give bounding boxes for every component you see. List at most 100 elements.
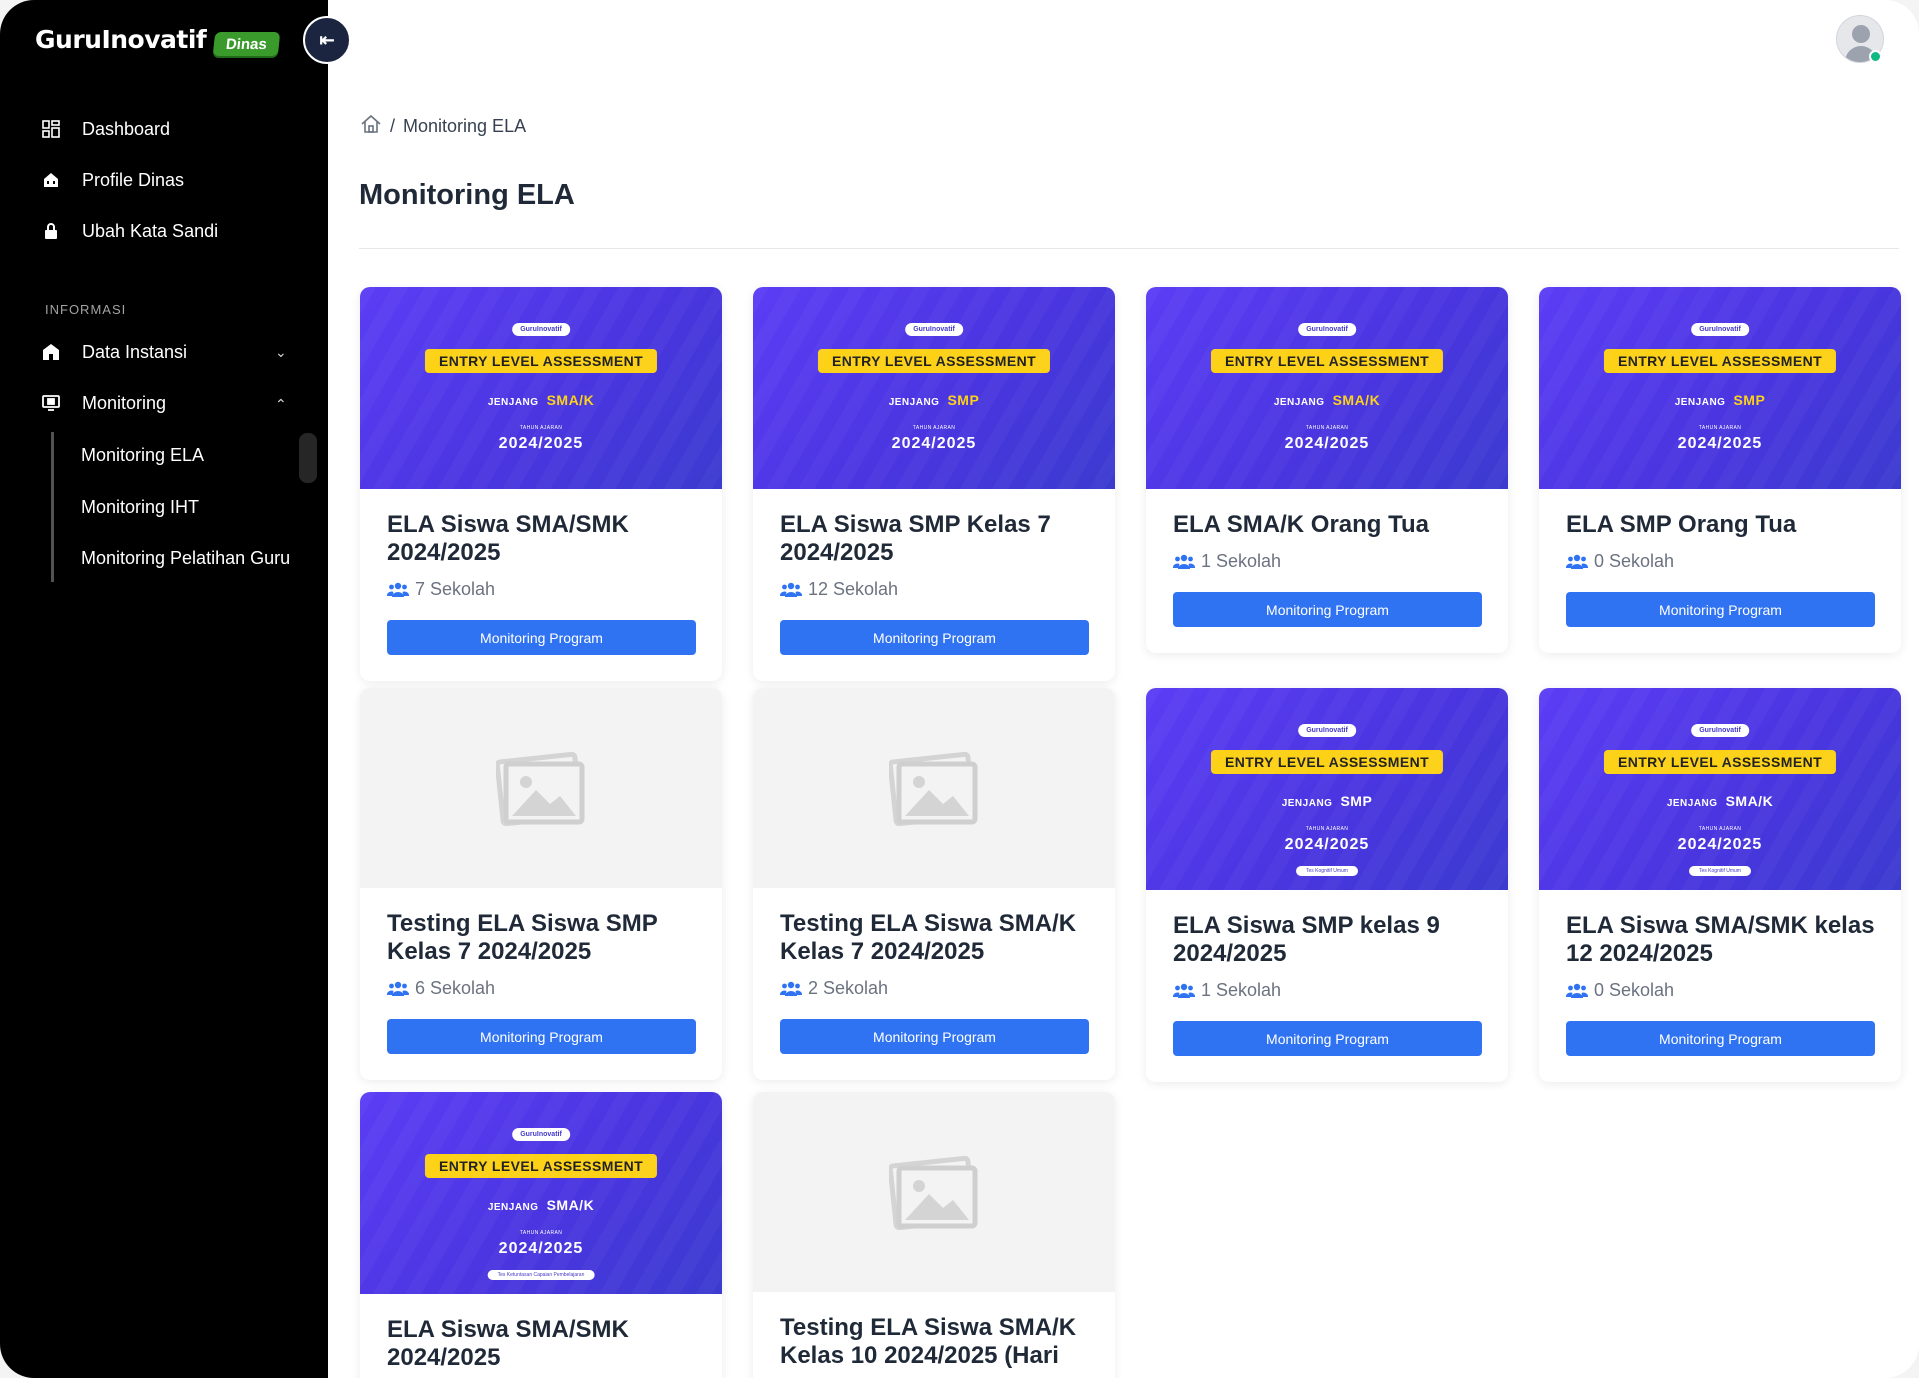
sidebar-item-label: Data Instansi xyxy=(82,341,188,362)
card-title[interactable]: ELA Siswa SMP Kelas 7 2024/2025 xyxy=(780,511,1089,567)
banner-tahun-label: TAHUN AJARAN xyxy=(519,1230,563,1236)
program-card: GuruInovatif ENTRY LEVEL ASSESSMENT JENJAN… xyxy=(1146,287,1508,653)
divider xyxy=(359,248,1899,249)
school-count-text: 0 Sekolah xyxy=(1594,980,1675,1000)
sidebar-collapse-button[interactable]: ⇤ xyxy=(303,16,351,64)
card-body: Testing ELA Siswa SMA/K Kelas 10 2024/20… xyxy=(753,1292,1115,1378)
banner-tahun-label: TAHUN AJARAN xyxy=(1698,826,1742,832)
sidebar-item-monitoring-pelatihan-guru[interactable]: Monitoring Pelatihan Guru xyxy=(81,548,290,569)
monitoring-program-button[interactable]: Monitoring Program xyxy=(1566,592,1875,627)
banner-logo: GuruInovatif xyxy=(512,323,570,336)
banner-level: SMP xyxy=(1340,793,1373,809)
monitoring-program-button[interactable]: Monitoring Program xyxy=(387,1019,696,1054)
sidebar-item-ubah-kata-sandi[interactable]: Ubah Kata Sandi xyxy=(40,220,218,242)
grid-icon xyxy=(40,118,62,140)
card-title[interactable]: ELA Siswa SMP kelas 9 2024/2025 xyxy=(1173,912,1482,968)
card-title[interactable]: ELA SMP Orang Tua xyxy=(1566,511,1875,539)
banner-tahun-label: TAHUN AJARAN xyxy=(1698,425,1742,431)
monitoring-program-button[interactable]: Monitoring Program xyxy=(1566,1021,1875,1056)
program-card: GuruInovatif ENTRY LEVEL ASSESSMENT JENJAN… xyxy=(360,1092,722,1378)
monitoring-program-button[interactable]: Monitoring Program xyxy=(1173,592,1482,627)
sidebar-item-profile-dinas[interactable]: Profile Dinas xyxy=(40,169,184,191)
program-card: GuruInovatif ENTRY LEVEL ASSESSMENT JENJAN… xyxy=(1539,287,1901,653)
school-count-text: 6 Sekolah xyxy=(415,978,496,998)
banner-level: SMP xyxy=(947,392,980,408)
card-body: ELA SMP Orang Tua 0 Sekolah Monitoring Pro… xyxy=(1539,489,1901,653)
banner-jenjang: JENJANG SMP xyxy=(1674,392,1766,408)
school-count-text: 7 Sekolah xyxy=(415,579,496,599)
app-window: GuruInovatif Dinas Dashboard Profile Din… xyxy=(0,0,1919,1378)
page-title: Monitoring ELA xyxy=(359,179,575,211)
school-count: 12 Sekolah xyxy=(780,579,1089,600)
image-placeholder-icon xyxy=(889,1155,978,1230)
card-title[interactable]: Testing ELA Siswa SMA/K Kelas 10 2024/20… xyxy=(780,1314,1089,1370)
card-body: ELA Siswa SMP Kelas 7 2024/2025 12 Sekola… xyxy=(753,489,1115,681)
card-body: ELA SMA/K Orang Tua 1 Sekolah Monitoring P… xyxy=(1146,489,1508,653)
school-count-text: 0 Sekolah xyxy=(1594,551,1675,571)
banner-jenjang: JENJANG SMA/K xyxy=(1273,392,1381,408)
program-card: Testing ELA Siswa SMA/K Kelas 10 2024/20… xyxy=(753,1092,1115,1378)
main-content: / Monitoring ELA Monitoring ELA GuruInov… xyxy=(328,78,1919,1378)
banner-logo: GuruInovatif xyxy=(1691,724,1749,737)
school-count-text: 1 Sekolah xyxy=(1201,551,1282,571)
sidebar-item-dashboard[interactable]: Dashboard xyxy=(40,118,170,140)
program-banner-image: GuruInovatif ENTRY LEVEL ASSESSMENT JENJAN… xyxy=(1539,688,1901,890)
program-card: GuruInovatif ENTRY LEVEL ASSESSMENT JENJAN… xyxy=(1539,688,1901,1082)
card-body: ELA Siswa SMA/SMK 2024/2025 xyxy=(360,1294,722,1378)
monitoring-program-button[interactable]: Monitoring Program xyxy=(387,620,696,655)
card-title[interactable]: ELA Siswa SMA/SMK 2024/2025 xyxy=(387,1316,696,1372)
sidebar: GuruInovatif Dinas Dashboard Profile Din… xyxy=(0,0,328,1378)
sidebar-item-monitoring-ela[interactable]: Monitoring ELA xyxy=(81,445,204,466)
banner-jenjang: JENJANG SMP xyxy=(1281,793,1373,809)
card-title[interactable]: Testing ELA Siswa SMA/K Kelas 7 2024/202… xyxy=(780,910,1089,966)
sidebar-item-label: Ubah Kata Sandi xyxy=(82,220,219,241)
image-placeholder-icon xyxy=(889,751,978,826)
school-count: 0 Sekolah xyxy=(1566,551,1875,572)
collapse-left-icon: ⇤ xyxy=(319,29,335,50)
banner-ela-label: ENTRY LEVEL ASSESSMENT xyxy=(424,349,658,373)
card-body: ELA Siswa SMP kelas 9 2024/2025 1 Sekolah… xyxy=(1146,890,1508,1082)
section-label-informasi: INFORMASI xyxy=(45,302,127,317)
sidebar-item-monitoring-iht[interactable]: Monitoring IHT xyxy=(81,497,199,518)
monitoring-program-button[interactable]: Monitoring Program xyxy=(780,1019,1089,1054)
brand-logo[interactable]: GuruInovatif Dinas xyxy=(35,22,281,56)
banner-jenjang: JENJANG SMA/K xyxy=(1666,793,1774,809)
school-count-text: 1 Sekolah xyxy=(1201,980,1282,1000)
banner-tahun-label: TAHUN AJARAN xyxy=(1305,826,1349,832)
chevron-up-icon[interactable]: ⌃ xyxy=(275,396,287,413)
school-count: 1 Sekolah xyxy=(1173,551,1482,572)
banner-ela-label: ENTRY LEVEL ASSESSMENT xyxy=(424,1154,658,1178)
sidebar-item-data-instansi[interactable]: Data Instansi xyxy=(40,341,187,363)
home-icon[interactable] xyxy=(360,114,382,139)
card-title[interactable]: ELA Siswa SMA/SMK kelas 12 2024/2025 xyxy=(1566,912,1875,968)
sidebar-item-monitoring[interactable]: Monitoring xyxy=(40,392,166,414)
banner-tag: Tes Kognitif Umum xyxy=(1296,866,1358,876)
school-count: 2 Sekolah xyxy=(780,978,1089,999)
chevron-down-icon[interactable]: ⌄ xyxy=(275,344,287,361)
banner-tag: Tes Kognitif Umum xyxy=(1689,866,1751,876)
program-banner-image: GuruInovatif ENTRY LEVEL ASSESSMENT JENJAN… xyxy=(1539,287,1901,489)
breadcrumb-separator: / xyxy=(390,116,396,136)
banner-logo: GuruInovatif xyxy=(1298,724,1356,737)
banner-logo: GuruInovatif xyxy=(1691,323,1749,336)
banner-level: SMA/K xyxy=(546,1197,595,1213)
monitoring-program-button[interactable]: Monitoring Program xyxy=(1173,1021,1482,1056)
monitoring-program-button[interactable]: Monitoring Program xyxy=(780,620,1089,655)
users-icon xyxy=(387,582,409,597)
card-title[interactable]: ELA SMA/K Orang Tua xyxy=(1173,511,1482,539)
users-icon xyxy=(387,981,409,996)
banner-jenjang: JENJANG SMA/K xyxy=(487,1197,595,1213)
image-placeholder xyxy=(753,1092,1115,1292)
banner-level: SMA/K xyxy=(1725,793,1774,809)
users-icon xyxy=(1566,554,1588,569)
school-count-text: 2 Sekolah xyxy=(808,978,889,998)
program-card: GuruInovatif ENTRY LEVEL ASSESSMENT JENJAN… xyxy=(1146,688,1508,1082)
school-count: 7 Sekolah xyxy=(387,579,696,600)
banner-logo: GuruInovatif xyxy=(512,1128,570,1141)
active-indicator xyxy=(299,433,317,483)
breadcrumb: / Monitoring ELA xyxy=(360,114,526,139)
card-title[interactable]: ELA Siswa SMA/SMK 2024/2025 xyxy=(387,511,696,567)
school-count-text: 12 Sekolah xyxy=(808,579,899,599)
sidebar-item-label: Profile Dinas xyxy=(82,169,185,190)
card-title[interactable]: Testing ELA Siswa SMP Kelas 7 2024/2025 xyxy=(387,910,696,966)
